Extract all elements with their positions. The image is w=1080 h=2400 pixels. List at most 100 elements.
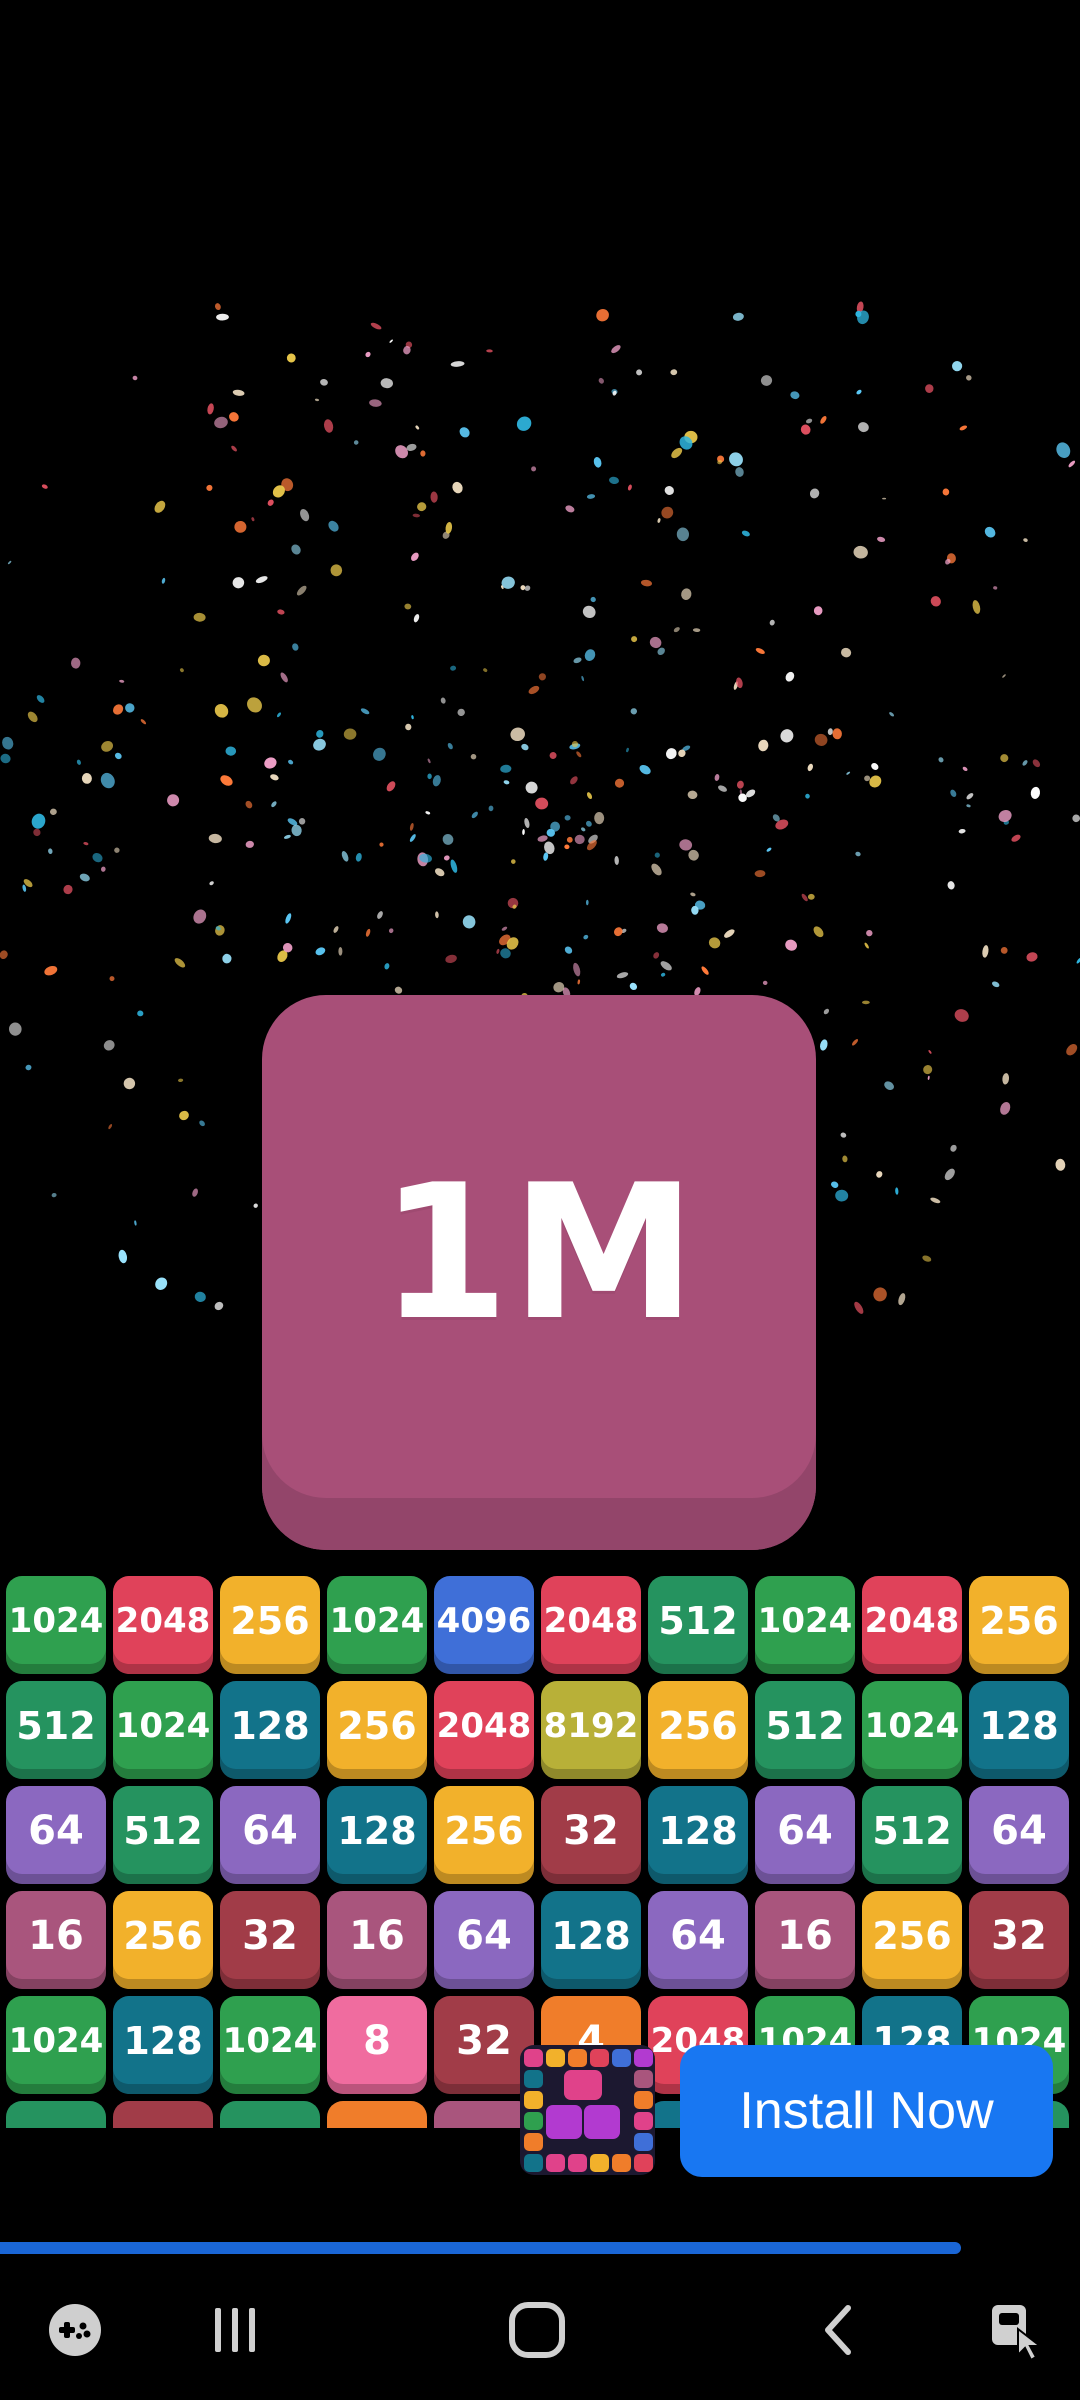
board-tile-value: 1024 — [115, 1706, 211, 1746]
confetti-piece — [573, 962, 581, 977]
confetti-piece — [413, 614, 420, 623]
confetti-piece — [257, 654, 270, 667]
board-tile: 512 — [648, 1576, 748, 1674]
confetti-piece — [360, 708, 370, 715]
confetti-piece — [79, 873, 90, 882]
confetti-piece — [174, 958, 186, 968]
board-tile: 64 — [648, 1891, 748, 1989]
confetti-piece — [377, 911, 383, 919]
confetti-piece — [614, 778, 625, 788]
board-tile-value: 64 — [242, 1808, 298, 1854]
confetti-piece — [665, 748, 677, 760]
confetti-piece — [629, 982, 638, 991]
confetti-piece — [614, 927, 623, 937]
confetti-piece — [1000, 754, 1009, 763]
confetti-piece — [114, 752, 122, 760]
board-tile-value: 64 — [777, 1808, 833, 1854]
confetti-piece — [758, 739, 769, 752]
board-tile: 512 — [113, 1786, 213, 1884]
confetti-piece — [215, 925, 225, 936]
board-tile: 128 — [113, 1996, 213, 2094]
confetti-piece — [923, 1065, 933, 1075]
confetti-piece — [1026, 952, 1038, 962]
confetti-piece — [379, 842, 384, 847]
confetti-piece — [435, 911, 439, 919]
confetti-piece — [271, 801, 277, 808]
game-launcher-icon[interactable] — [25, 2260, 125, 2400]
confetti-piece — [762, 980, 768, 986]
confetti-piece — [814, 733, 828, 746]
confetti-piece — [445, 954, 457, 964]
confetti-piece — [229, 412, 239, 422]
confetti-piece — [2, 736, 14, 750]
confetti-piece — [549, 752, 557, 759]
confetti-piece — [835, 1189, 849, 1202]
board-tile-value: 64 — [456, 1913, 512, 1959]
confetti-piece — [1030, 786, 1041, 799]
board-tile-value: 512 — [765, 1704, 845, 1748]
board-tile: 512 — [755, 1681, 855, 1779]
confetti-piece — [442, 833, 454, 845]
confetti-piece — [365, 928, 371, 937]
confetti-piece — [681, 588, 692, 600]
board-tile-value: 512 — [658, 1599, 738, 1643]
back-icon[interactable] — [790, 2260, 890, 2400]
board-tile: 2048 — [113, 1576, 213, 1674]
confetti-piece — [820, 1039, 828, 1051]
board-tile: 2048 — [434, 1681, 534, 1779]
confetti-piece — [586, 494, 596, 499]
confetti-piece — [291, 824, 302, 837]
screen-lock-icon[interactable] — [965, 2260, 1065, 2400]
confetti-piece — [193, 909, 207, 924]
confetti-piece — [813, 926, 824, 938]
confetti-piece — [598, 377, 604, 384]
board-tile: 256 — [969, 1576, 1069, 1674]
install-now-button[interactable]: Install Now — [680, 2045, 1053, 2177]
confetti-piece — [654, 852, 660, 858]
board-tile-value: 16 — [28, 1913, 84, 1959]
confetti-piece — [687, 790, 698, 800]
board-tile-value: 256 — [337, 1704, 417, 1748]
confetti-piece — [234, 520, 247, 533]
home-icon[interactable] — [487, 2260, 587, 2400]
confetti-piece — [521, 743, 529, 751]
confetti-piece — [998, 809, 1012, 823]
confetti-piece — [207, 403, 214, 415]
board-tile: 128 — [969, 1681, 1069, 1779]
confetti-piece — [889, 712, 895, 717]
confetti-piece — [950, 789, 957, 797]
board-tile: 4096 — [434, 1576, 534, 1674]
confetti-piece — [846, 771, 851, 775]
confetti-piece — [769, 619, 775, 626]
confetti-piece — [510, 859, 516, 864]
confetti-piece — [501, 926, 508, 931]
confetti-piece — [427, 758, 431, 764]
confetti-piece — [676, 527, 690, 542]
confetti-piece — [586, 792, 593, 800]
confetti-piece — [827, 728, 833, 735]
board-tile-value: 1024 — [8, 1601, 104, 1641]
recent-apps-icon[interactable] — [185, 2260, 285, 2400]
confetti-piece — [653, 952, 660, 959]
board-tile: 16 — [6, 1891, 106, 1989]
confetti-piece — [627, 484, 632, 491]
confetti-piece — [871, 762, 879, 771]
board-tile: 64 — [434, 1891, 534, 1989]
confetti-piece — [179, 668, 184, 673]
confetti-piece — [806, 418, 813, 424]
confetti-piece — [729, 452, 743, 467]
confetti-piece — [679, 839, 693, 851]
confetti-piece — [245, 800, 253, 809]
board-tile-value: 256 — [444, 1809, 524, 1853]
board-tile: 64 — [6, 1786, 106, 1884]
board-tile: 256 — [220, 1576, 320, 1674]
board-tile-value: 8192 — [543, 1706, 639, 1746]
confetti-piece — [1022, 760, 1028, 766]
confetti-piece — [664, 486, 674, 495]
board-tile: 1024 — [755, 1576, 855, 1674]
confetti-piece — [862, 1000, 870, 1005]
ad-logo[interactable] — [520, 2045, 655, 2175]
confetti-piece — [277, 609, 285, 615]
board-tile: 1024 — [6, 1576, 106, 1674]
confetti-piece — [522, 829, 525, 835]
